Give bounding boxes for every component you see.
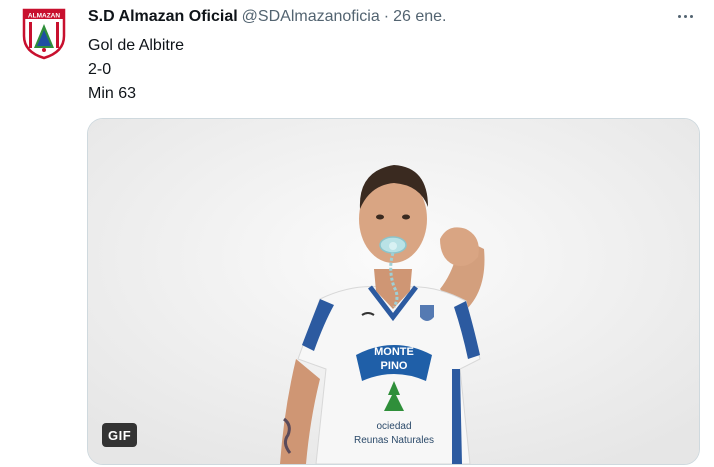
shirt-sponsor-line1: MONTE bbox=[374, 346, 414, 358]
tweet-line: Min 63 bbox=[88, 85, 137, 102]
author-name[interactable]: S.D Almazan Oficial bbox=[88, 8, 238, 26]
tweet-media-gif[interactable]: MONTE PINO ociedad Reunas Naturales GIF bbox=[87, 118, 700, 465]
shirt-sponsor-line3: ociedad bbox=[376, 421, 411, 432]
more-horizontal-icon bbox=[677, 14, 681, 18]
more-options-button[interactable] bbox=[674, 6, 696, 26]
tweet-header: S.D Almazan Oficial @SDAlmazanoficia · 2… bbox=[88, 8, 694, 30]
shirt-sponsor-line4: Reunas Naturales bbox=[354, 435, 434, 446]
tweet-line: Gol de Albitre bbox=[88, 37, 185, 54]
gif-badge: GIF bbox=[102, 423, 138, 447]
club-crest-icon: ALMAZAN bbox=[22, 8, 66, 60]
crest-text: ALMAZAN bbox=[28, 13, 60, 20]
shirt-sponsor-line2: PINO bbox=[381, 360, 408, 372]
gif-frame-illustration: MONTE PINO ociedad Reunas Naturales bbox=[88, 119, 699, 464]
tweet-line: 2-0 bbox=[88, 61, 112, 78]
separator-dot: · bbox=[383, 8, 390, 25]
tweet-date[interactable]: 26 ene. bbox=[393, 8, 446, 26]
tweet-text: Gol de Albitre 2-0 Min 63 bbox=[88, 34, 184, 106]
author-handle[interactable]: @SDAlmazanoficia bbox=[242, 8, 380, 26]
avatar[interactable]: ALMAZAN bbox=[20, 6, 68, 60]
